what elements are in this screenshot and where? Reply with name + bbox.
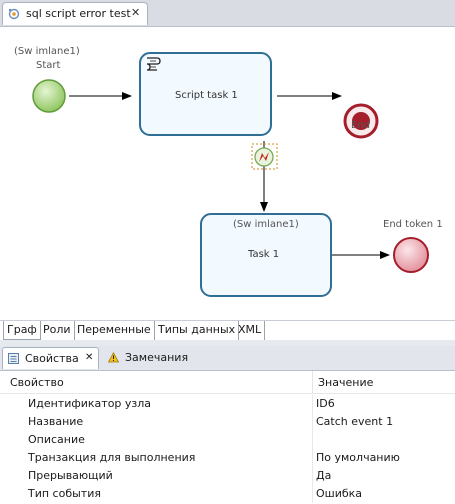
property-value[interactable]: Catch event 1 xyxy=(316,415,393,428)
property-value[interactable]: По умолчанию xyxy=(316,451,400,464)
property-name: Прерывающий xyxy=(28,469,113,482)
start-lane-label: (Sw imlane1) xyxy=(14,46,80,57)
property-row[interactable]: Транзакция для выполнения По умолчанию xyxy=(0,449,455,467)
property-value[interactable]: Ошибка xyxy=(316,487,362,500)
column-value[interactable]: Значение xyxy=(318,376,373,389)
property-row[interactable]: Прерывающий Да xyxy=(0,467,455,485)
task-lane-label: (Sw imlane1) xyxy=(233,219,299,230)
column-divider[interactable] xyxy=(312,371,313,393)
editor-tab-title: sql script error test xyxy=(26,7,131,20)
end-label: End xyxy=(351,120,371,131)
start-label: Start xyxy=(36,60,61,71)
properties-header: Свойство Значение xyxy=(0,371,455,394)
tab-roles[interactable]: Роли xyxy=(40,321,75,340)
editor-tab-bar: sql script error test ✕ xyxy=(0,0,455,27)
editor-tab[interactable]: sql script error test ✕ xyxy=(2,2,148,25)
property-value[interactable]: Да xyxy=(316,469,331,482)
property-name: Транзакция для выполнения xyxy=(28,451,196,464)
property-row[interactable]: Описание xyxy=(0,431,455,449)
tab-data-types[interactable]: Типы данных xyxy=(155,321,240,340)
tab-xml[interactable]: XML xyxy=(235,321,266,340)
column-property[interactable]: Свойство xyxy=(10,376,64,389)
properties-table: Свойство Значение Идентификатор узла ID6… xyxy=(0,371,455,504)
tab-variables[interactable]: Переменные xyxy=(74,321,155,340)
diagram-canvas[interactable]: (Sw imlane1) Start Script task 1 End (Sw… xyxy=(0,27,455,320)
properties-icon xyxy=(8,353,19,364)
process-diagram xyxy=(32,52,429,297)
property-row[interactable]: Идентификатор узла ID6 xyxy=(0,395,455,413)
tab-properties-label: Свойства xyxy=(25,352,79,365)
tab-properties[interactable]: Свойства ✕ xyxy=(2,347,99,369)
property-name: Идентификатор узла xyxy=(28,397,152,410)
property-name: Тип события xyxy=(28,487,101,500)
end-token-label: End token 1 xyxy=(383,219,443,230)
process-file-icon xyxy=(8,8,20,20)
close-icon[interactable]: ✕ xyxy=(85,352,93,363)
property-name: Название xyxy=(28,415,84,428)
tab-graph[interactable]: Граф xyxy=(3,321,41,340)
property-value[interactable]: ID6 xyxy=(316,397,335,410)
script-task-label: Script task 1 xyxy=(175,90,238,101)
error-boundary-event[interactable] xyxy=(251,143,278,170)
end-token-event[interactable] xyxy=(393,237,429,273)
editor-page-tabs: Граф Роли Переменные Типы данных XML xyxy=(0,320,455,341)
close-icon[interactable]: ✕ xyxy=(131,6,140,19)
property-name: Описание xyxy=(28,433,85,446)
start-event[interactable] xyxy=(32,79,66,113)
tab-problems[interactable]: Замечания xyxy=(104,347,196,369)
property-row[interactable]: Тип события Ошибка xyxy=(0,485,455,503)
tab-problems-label: Замечания xyxy=(125,351,189,364)
property-row[interactable]: Название Catch event 1 xyxy=(0,413,455,431)
views-tab-bar: Свойства ✕ Замечания xyxy=(0,346,455,371)
warning-icon xyxy=(108,352,119,363)
task-label: Task 1 xyxy=(248,249,280,260)
